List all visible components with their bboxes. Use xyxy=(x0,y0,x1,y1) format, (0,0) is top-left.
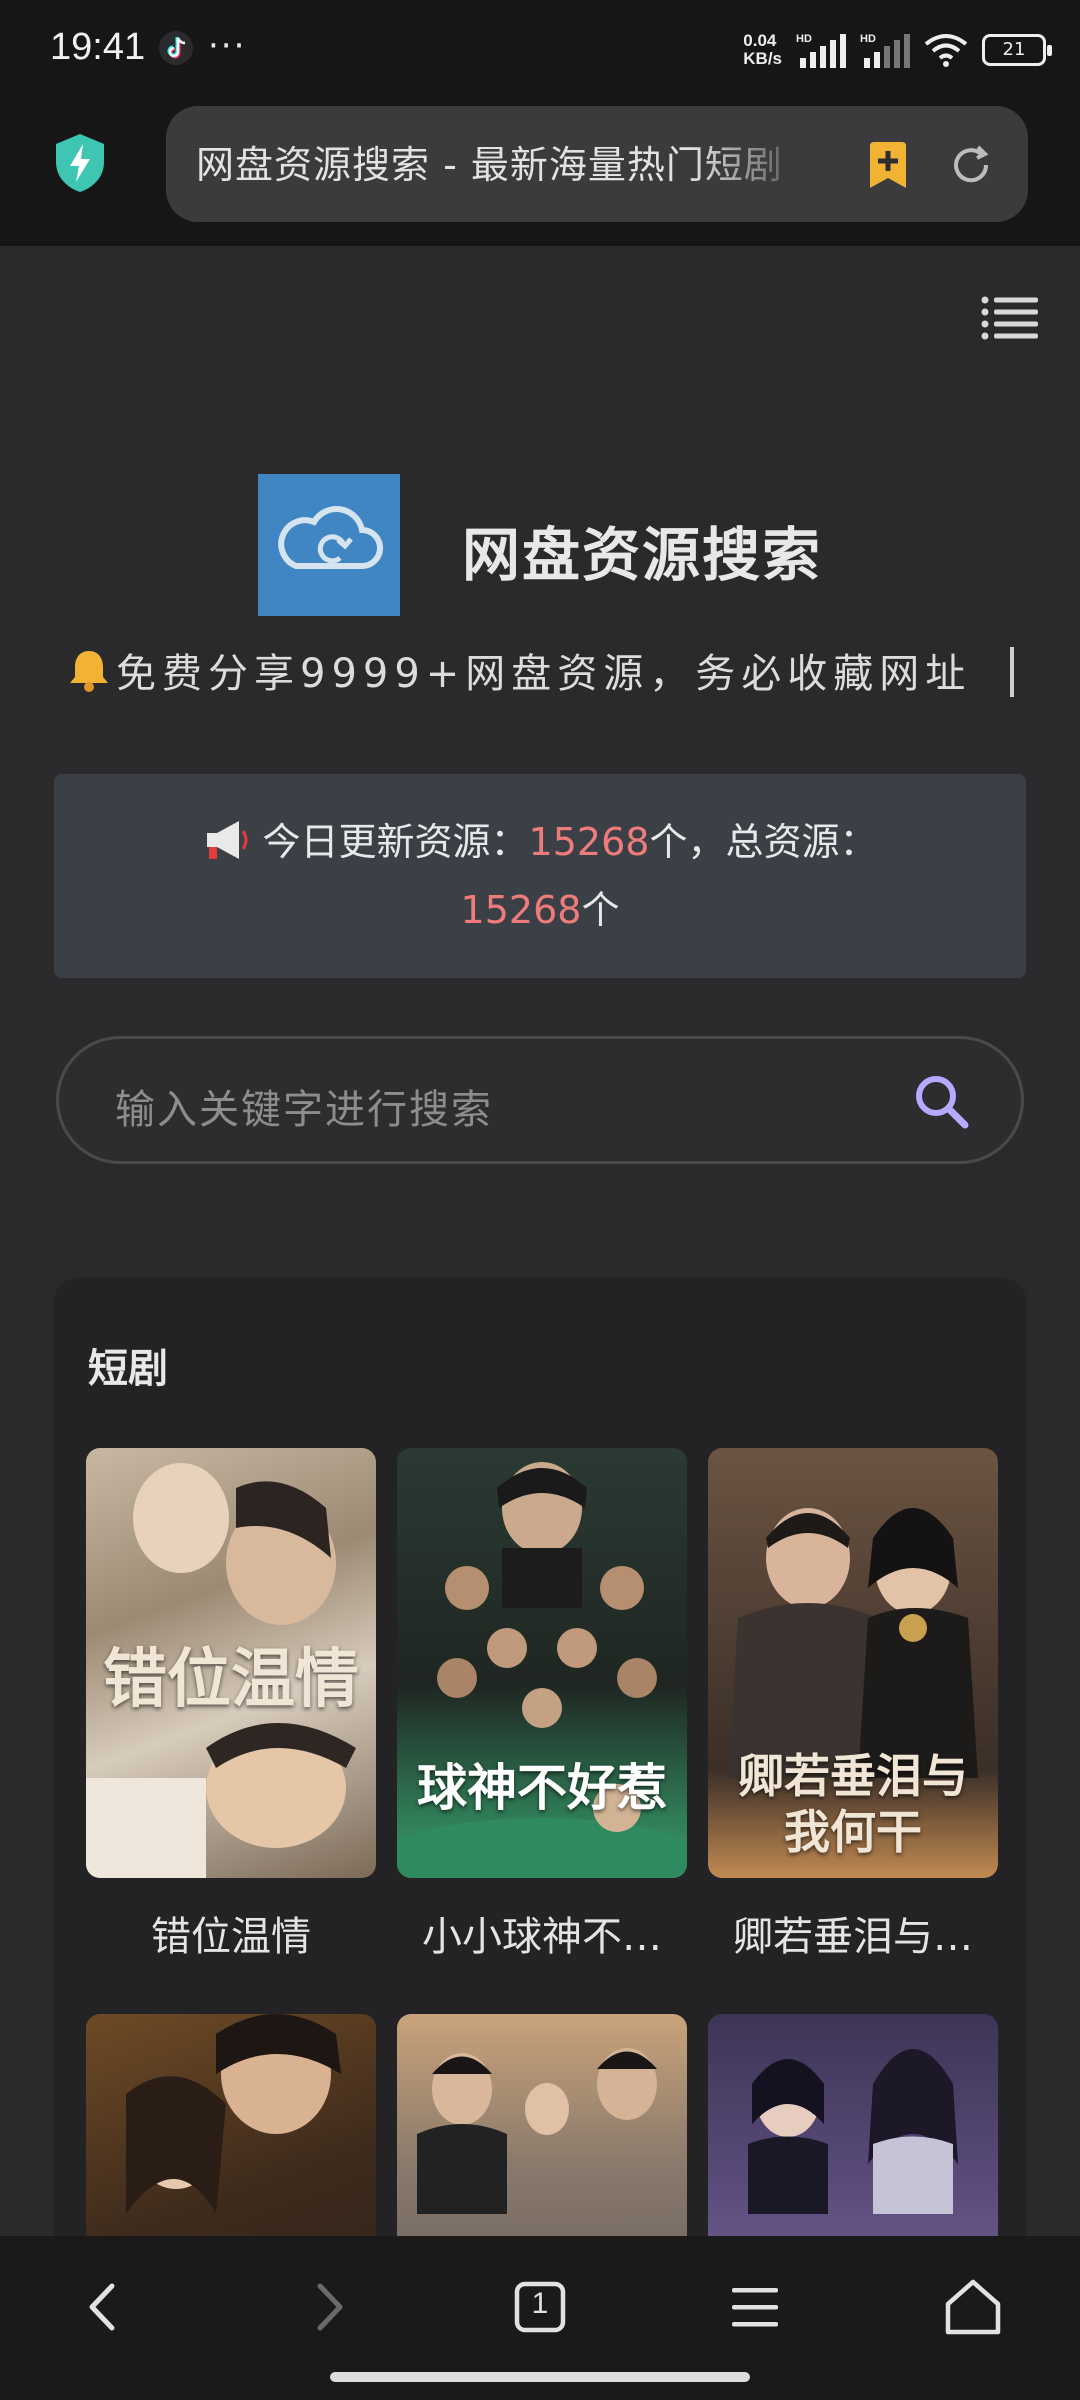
drama-card[interactable] xyxy=(86,2014,376,2236)
status-overflow-dots: ··· xyxy=(208,26,247,66)
poster-artwork xyxy=(417,2048,657,2214)
signal-strength-icon: HD xyxy=(796,33,846,68)
stats-unit: 个 xyxy=(581,888,620,932)
drama-caption[interactable]: 错位温情 xyxy=(86,1904,376,1962)
battery-icon: 21 xyxy=(982,34,1052,66)
tiktok-icon xyxy=(159,31,193,65)
stats-total-label: 个，总资源： xyxy=(649,820,878,864)
shield-lightning-icon[interactable] xyxy=(52,132,108,194)
tab-count: 1 xyxy=(531,2287,549,2320)
megaphone-icon xyxy=(206,821,248,859)
drama-card[interactable] xyxy=(708,2014,998,2236)
tabs-button[interactable]: 1 xyxy=(505,2272,575,2342)
drama-poster[interactable] xyxy=(86,2014,376,2236)
menu-icon[interactable] xyxy=(720,2272,790,2342)
drama-card[interactable] xyxy=(397,2014,687,2236)
notice-marquee: 免费分享9999+网盘资源，务必收藏网址 xyxy=(66,641,1014,699)
drama-poster[interactable]: 卿若垂泪与我何干 xyxy=(708,1448,998,1878)
bell-icon xyxy=(70,651,108,692)
poster-title-text: 错位温情 xyxy=(103,1642,359,1717)
poster-artwork xyxy=(748,2049,958,2214)
search-icon[interactable] xyxy=(911,1071,971,1131)
resource-stats-banner: 今日更新资源：15268个，总资源： 15268个 xyxy=(54,774,1026,978)
address-bar[interactable]: 网盘资源搜索 - 最新海量热门短剧 xyxy=(166,106,1028,222)
signal-strength-2-icon: HD xyxy=(860,33,910,68)
short-drama-section: 短剧 错位温情 错位温情 球神不好惹 小小球神不… 卿若垂泪与我何干 卿若垂泪与… xyxy=(54,1278,1026,2236)
back-icon[interactable] xyxy=(70,2272,140,2342)
search-input[interactable]: 输入关键字进行搜索 xyxy=(115,1077,493,1135)
section-title: 短剧 xyxy=(88,1346,168,1392)
search-field[interactable]: 输入关键字进行搜索 xyxy=(56,1036,1024,1164)
svg-text:HD: HD xyxy=(796,33,812,45)
cloud-refresh-icon xyxy=(278,506,383,569)
drama-card[interactable]: 球神不好惹 小小球神不… xyxy=(397,1448,687,1962)
home-indicator-bar[interactable] xyxy=(330,2372,750,2382)
poster-artwork xyxy=(126,2014,341,2214)
site-logo[interactable] xyxy=(258,474,400,616)
status-bar: 19:41 ··· 0.04 KB/s HD HD 21 xyxy=(0,0,1080,100)
poster-title-text: 球神不好惹 xyxy=(417,1759,667,1817)
status-indicators: 0.04 KB/s HD HD 21 xyxy=(743,28,1052,72)
status-time: 19:41 xyxy=(50,26,146,68)
wifi-icon xyxy=(924,34,968,67)
hamburger-menu-icon[interactable] xyxy=(980,294,1040,344)
page-title-in-address-bar[interactable]: 网盘资源搜索 - 最新海量热门短剧 xyxy=(196,134,816,189)
drama-caption[interactable]: 小小球神不… xyxy=(397,1904,687,1962)
reload-icon[interactable] xyxy=(948,142,994,188)
drama-poster[interactable] xyxy=(708,2014,998,2236)
drama-poster[interactable] xyxy=(397,2014,687,2236)
svg-text:HD: HD xyxy=(860,33,876,45)
stats-today-count: 15268 xyxy=(528,820,650,864)
drama-card[interactable]: 错位温情 错位温情 xyxy=(86,1448,376,1962)
notice-text: 免费分享9999+网盘资源，务必收藏网址 xyxy=(116,651,972,697)
bookmark-add-icon[interactable] xyxy=(866,142,910,188)
web-page: 网盘资源搜索 免费分享9999+网盘资源，务必收藏网址 今日更新资源：15268… xyxy=(0,246,1080,2236)
home-icon[interactable] xyxy=(938,2272,1008,2342)
stats-total-count: 15268 xyxy=(460,888,582,932)
drama-poster[interactable]: 错位温情 xyxy=(86,1448,376,1878)
drama-caption[interactable]: 卿若垂泪与… xyxy=(708,1904,998,1962)
drama-poster[interactable]: 球神不好惹 xyxy=(397,1448,687,1878)
stats-today-label: 今日更新资源： xyxy=(262,820,529,864)
forward-icon[interactable] xyxy=(292,2272,362,2342)
text-cursor xyxy=(1010,647,1014,697)
site-title[interactable]: 网盘资源搜索 xyxy=(462,508,822,592)
poster-title-text: 卿若垂泪与我何干 xyxy=(738,1749,968,1859)
drama-card[interactable]: 卿若垂泪与我何干 卿若垂泪与… xyxy=(708,1448,998,1962)
network-speed: 0.04 KB/s xyxy=(743,31,782,68)
